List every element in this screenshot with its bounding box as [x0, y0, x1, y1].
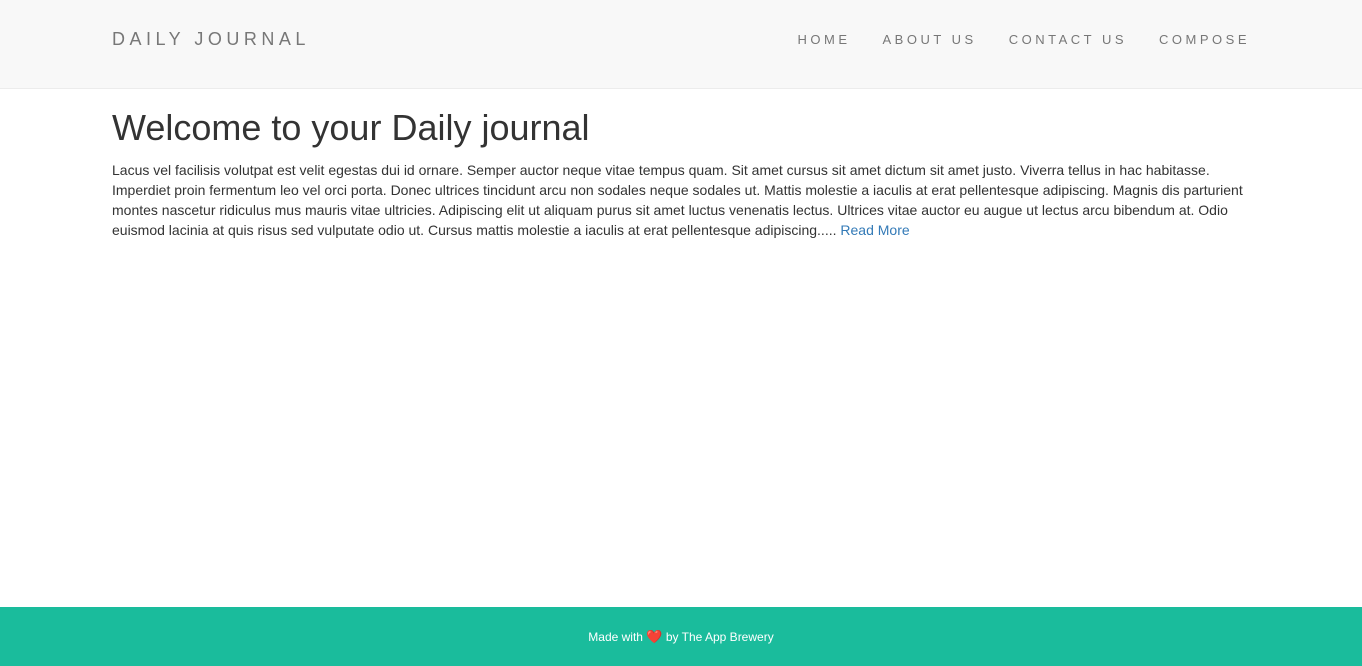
- post-excerpt: Lacus vel facilisis volutpat est velit e…: [112, 160, 1252, 240]
- brand-logo-link[interactable]: DAILY JOURNAL: [112, 29, 310, 49]
- footer-credit: Made with ❤️ by The App Brewery: [588, 629, 773, 645]
- nav-link-about-us[interactable]: ABOUT US: [883, 32, 977, 47]
- main-content: Welcome to your Daily journal Lacus vel …: [112, 104, 1252, 240]
- post-excerpt-text: Lacus vel facilisis volutpat est velit e…: [112, 162, 1243, 238]
- nav-link-compose[interactable]: COMPOSE: [1159, 32, 1250, 47]
- footer-prefix: Made with: [588, 629, 643, 644]
- navbar: DAILY JOURNAL HOME ABOUT US CONTACT US C…: [0, 0, 1362, 89]
- nav-link-home[interactable]: HOME: [798, 32, 851, 47]
- nav-item-compose: COMPOSE: [1159, 31, 1250, 49]
- nav-item-contact-us: CONTACT US: [1009, 31, 1127, 49]
- nav-links: HOME ABOUT US CONTACT US COMPOSE: [798, 31, 1251, 49]
- page-title: Welcome to your Daily journal: [112, 107, 590, 148]
- heart-icon: ❤️: [646, 628, 663, 644]
- nav-link-contact-us[interactable]: CONTACT US: [1009, 32, 1127, 47]
- nav-item-about-us: ABOUT US: [883, 31, 977, 49]
- footer-suffix: by The App Brewery: [665, 629, 774, 644]
- read-more-link[interactable]: Read More: [840, 222, 909, 238]
- footer: Made with ❤️ by The App Brewery: [0, 607, 1362, 666]
- nav-item-home: HOME: [798, 31, 851, 49]
